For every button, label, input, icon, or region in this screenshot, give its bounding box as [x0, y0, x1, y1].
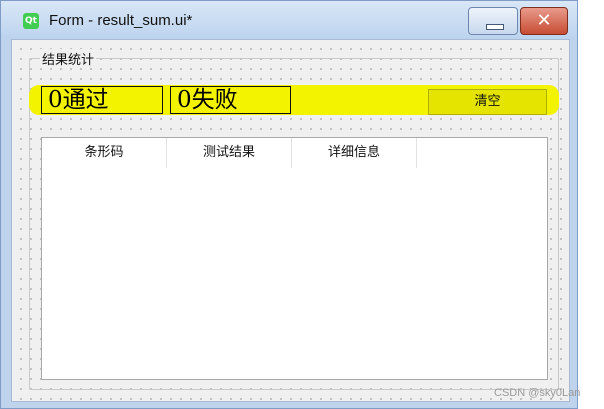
column-header-test-result[interactable]: 测试结果 [167, 138, 292, 168]
close-button[interactable]: ✕ [520, 7, 568, 35]
groupbox-title: 结果统计 [40, 49, 97, 68]
minimize-button[interactable] [468, 7, 518, 35]
fail-count-display: 0失败 [170, 86, 291, 114]
qt-app-icon: Qt [23, 13, 39, 29]
pass-count-display: 0通过 [41, 86, 163, 114]
form-canvas: 结果统计 0通过 0失败 清空 条形码 测试结果 详细信息 [11, 39, 570, 402]
title-bar[interactable]: Qt Form - result_sum.ui* ✕ [1, 1, 577, 39]
table-header: 条形码 测试结果 详细信息 [42, 138, 417, 168]
close-icon: ✕ [536, 10, 552, 31]
watermark: CSDN @sky0Lan [494, 387, 581, 399]
form-window: Qt Form - result_sum.ui* ✕ 结果统计 0通过 0失败 … [0, 0, 578, 409]
column-header-details[interactable]: 详细信息 [292, 138, 417, 168]
results-table[interactable]: 条形码 测试结果 详细信息 [41, 137, 548, 380]
window-title: Form - result_sum.ui* [49, 12, 193, 29]
clear-button[interactable]: 清空 [428, 89, 547, 115]
column-header-barcode[interactable]: 条形码 [42, 138, 167, 168]
